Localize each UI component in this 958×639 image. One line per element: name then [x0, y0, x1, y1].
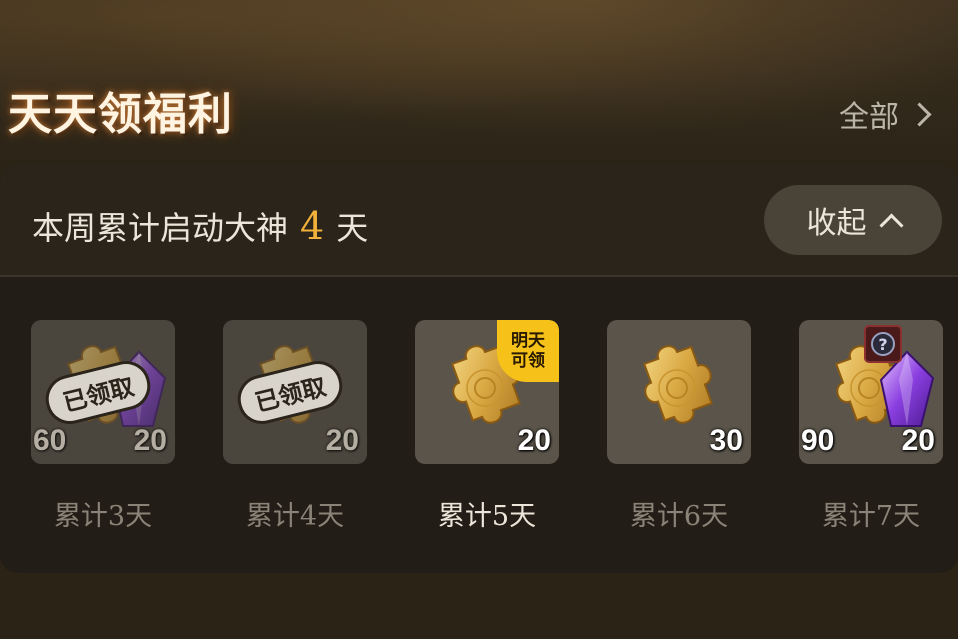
badge-line-2: 可领: [511, 351, 545, 371]
reward-count: 20: [517, 424, 551, 457]
view-all-link[interactable]: 全部: [839, 92, 932, 136]
reward-card[interactable]: 60 20 已领取: [31, 320, 175, 464]
day-label: 累计6天: [629, 501, 729, 532]
reward-card[interactable]: 30: [607, 320, 751, 464]
reward-card[interactable]: 20 明天 可领: [415, 320, 559, 464]
summary-prefix: 本周累计启动大神: [32, 209, 289, 247]
reward-day-3[interactable]: 60 20 已领取 累计3天: [31, 320, 175, 533]
reward-day-7[interactable]: ? 90 20 累计7天: [799, 320, 943, 533]
reward-count-puzzle: 60: [33, 424, 67, 457]
chevron-up-icon: [878, 212, 904, 238]
day-label: 累计7天: [821, 501, 921, 532]
available-tomorrow-badge: 明天 可领: [497, 320, 559, 382]
mystery-badge-icon: ?: [864, 325, 902, 363]
reward-list: 60 20 已领取 累计3天 20 已领取 累计4天 20 明天 可领 累计5天…: [31, 320, 943, 532]
reward-count-crystal: 20: [901, 424, 935, 457]
reward-day-6[interactable]: 30 累计6天: [607, 320, 751, 533]
reward-day-4[interactable]: 20 已领取 累计4天: [223, 320, 367, 533]
reward-day-5[interactable]: 20 明天 可领 累计5天: [415, 320, 559, 533]
reward-count-puzzle: 90: [801, 424, 835, 457]
reward-count: 20: [325, 424, 359, 457]
reward-count: 30: [709, 424, 743, 457]
chevron-right-icon: [907, 101, 932, 127]
badge-line-1: 明天: [511, 331, 545, 351]
weekly-launch-summary: 本周累计启动大神 4 天: [32, 203, 368, 249]
panel-header: 本周累计启动大神 4 天 收起: [0, 165, 958, 277]
launch-day-count: 4: [300, 204, 325, 248]
day-label: 累计4天: [245, 501, 345, 532]
reward-count-crystal: 20: [133, 424, 167, 457]
svg-text:?: ?: [878, 335, 887, 354]
page-title: 天天领福利: [8, 89, 233, 140]
view-all-label: 全部: [839, 100, 899, 135]
day-label: 累计3天: [53, 501, 153, 532]
collapse-label: 收起: [806, 206, 867, 241]
reward-card[interactable]: ? 90 20: [799, 320, 943, 464]
collapse-button[interactable]: 收起: [764, 185, 942, 255]
day-label: 累计5天: [437, 501, 537, 532]
reward-card[interactable]: 20 已领取: [223, 320, 367, 464]
summary-suffix: 天: [336, 209, 369, 247]
